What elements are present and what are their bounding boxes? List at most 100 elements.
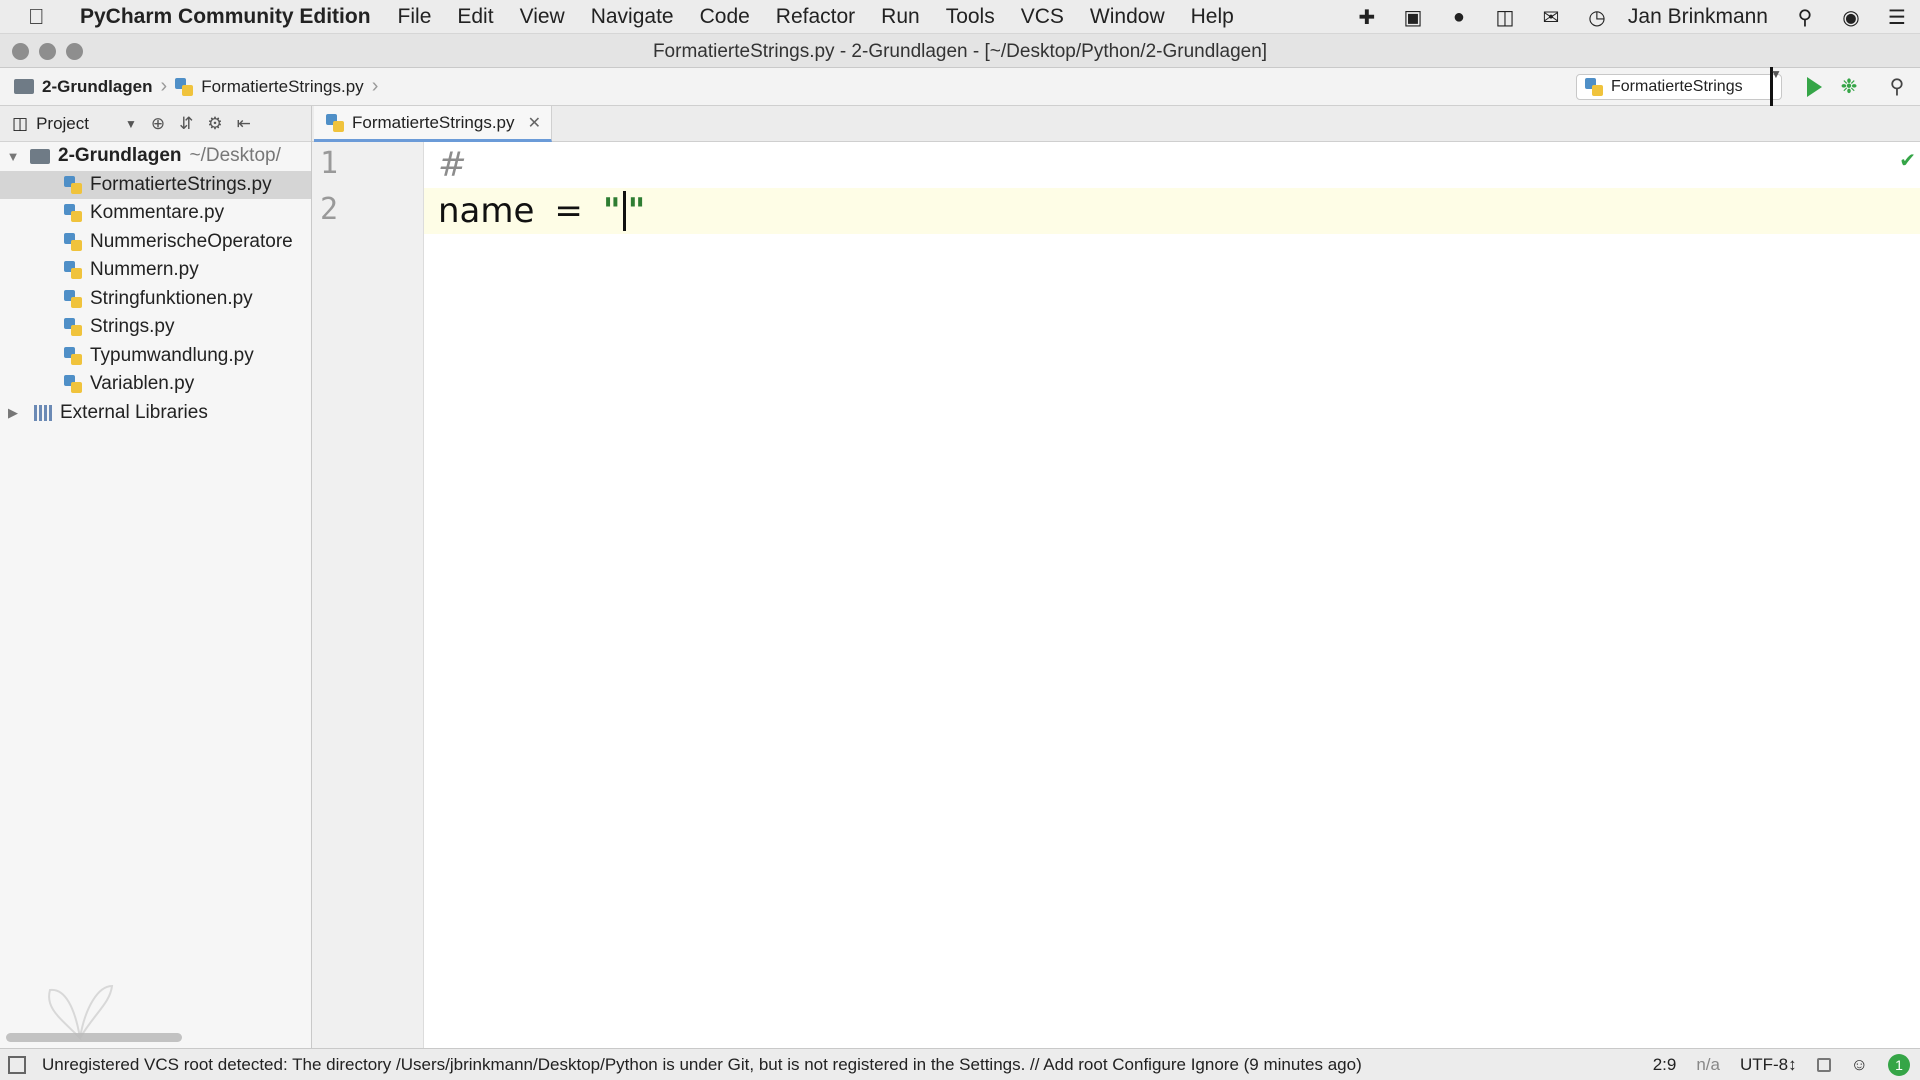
menu-vcs[interactable]: VCS (1021, 5, 1064, 29)
collapsed-triangle-icon[interactable]: ▶ (2, 405, 24, 421)
project-panel-header: ◫ Project ▼ ⊕ ⇵ ⚙ ⇤ (0, 106, 311, 142)
caret-position[interactable]: 2:9 (1653, 1055, 1677, 1075)
python-file-icon (64, 346, 82, 365)
tree-file-item[interactable]: Nummern.py (0, 256, 311, 285)
status-bar: Unregistered VCS root detected: The dire… (0, 1048, 1920, 1080)
python-file-icon (64, 175, 82, 194)
mac-menu-bar:  PyCharm Community Edition File Edit Vi… (0, 0, 1920, 34)
tree-file-item[interactable]: Stringfunktionen.py (0, 285, 311, 314)
apple-icon[interactable]:  (28, 4, 68, 30)
root-folder-name: 2-Grundlagen (58, 145, 182, 167)
code-comment: # (438, 145, 467, 185)
toggle-tool-windows-icon[interactable] (8, 1055, 26, 1074)
file-name: Typumwandlung.py (90, 344, 254, 366)
python-file-icon (64, 204, 82, 223)
chat-bubble-icon[interactable]: ✉ (1538, 6, 1564, 29)
menu-tools[interactable]: Tools (946, 5, 995, 29)
leaf-icon[interactable]: ● (1446, 6, 1472, 28)
file-name: Stringfunktionen.py (90, 287, 253, 309)
code-line-current[interactable]: name = " " (424, 188, 1920, 234)
time-machine-icon[interactable]: ◷ (1584, 6, 1610, 29)
code-string-close-quote: " (627, 191, 646, 231)
code-operator: = (554, 191, 583, 231)
line-number: 1 (320, 146, 339, 181)
chevron-down-icon: ▼ (1770, 67, 1782, 107)
spotlight-search-icon[interactable]: ⚲ (1792, 6, 1818, 29)
editor-tab[interactable]: FormatierteStrings.py ✕ (314, 106, 552, 142)
line-separator-widget[interactable]: n/a (1696, 1055, 1720, 1075)
gear-icon[interactable]: ⚙ (207, 114, 222, 134)
file-encoding[interactable]: UTF-8↕ (1740, 1055, 1797, 1075)
tree-file-item[interactable]: Variablen.py (0, 370, 311, 399)
menu-code[interactable]: Code (700, 5, 750, 29)
menu-file[interactable]: File (398, 5, 432, 29)
expanded-triangle-icon[interactable]: ▼ (2, 149, 24, 164)
menu-window[interactable]: Window (1090, 5, 1165, 29)
event-log-badge[interactable]: 1 (1888, 1054, 1910, 1076)
python-file-icon (175, 77, 194, 96)
project-view-select[interactable]: Project (36, 114, 89, 134)
file-name: Nummern.py (90, 259, 199, 281)
tree-file-item[interactable]: Strings.py (0, 313, 311, 342)
lock-icon[interactable] (1816, 1058, 1831, 1072)
menu-app-name[interactable]: PyCharm Community Edition (80, 5, 371, 29)
breadcrumb-separator-icon: › (371, 75, 379, 97)
menu-help[interactable]: Help (1191, 5, 1234, 29)
tree-file-item[interactable]: Kommentare.py (0, 199, 311, 228)
scroll-from-source-icon[interactable]: ⊕ (151, 114, 165, 134)
project-tool-window: ◫ Project ▼ ⊕ ⇵ ⚙ ⇤ ▼ 2-Grundlagen ~/Des… (0, 106, 312, 1048)
code-identifier: name (438, 191, 535, 231)
camera-icon[interactable]: ◫ (1492, 6, 1518, 29)
line-number-gutter: 1 2 (312, 142, 424, 1048)
inspector-hector-icon[interactable]: ☺ (1851, 1055, 1868, 1075)
status-message[interactable]: Unregistered VCS root detected: The dire… (42, 1055, 1362, 1075)
file-name: Kommentare.py (90, 202, 225, 224)
menu-refactor[interactable]: Refactor (776, 5, 855, 29)
file-name: Strings.py (90, 316, 175, 338)
close-icon[interactable]: ✕ (528, 113, 541, 133)
tree-file-item[interactable]: NummerischeOperatore (0, 228, 311, 257)
menu-navigate[interactable]: Navigate (591, 5, 674, 29)
inspection-ok-check-icon[interactable]: ✔ (1899, 148, 1916, 173)
file-name: NummerischeOperatore (90, 230, 293, 252)
breadcrumb-file[interactable]: FormatierteStrings.py (201, 77, 364, 97)
run-configuration-label: FormatierteStrings (1611, 78, 1743, 95)
folder-icon (30, 148, 50, 164)
menu-view[interactable]: View (520, 5, 565, 29)
libraries-icon (34, 404, 54, 421)
navigation-bar: 2-Grundlagen › FormatierteStrings.py › F… (0, 67, 1920, 107)
root-folder-path: ~/Desktop/ (189, 145, 281, 167)
search-everywhere-icon[interactable]: ⚲ (1884, 74, 1910, 100)
line-number: 2 (320, 192, 339, 227)
window-title-bar: FormatierteStrings.py - 2-Grundlagen - [… (0, 34, 1920, 68)
text-caret (622, 191, 626, 231)
debug-bug-icon[interactable]: ❉ (1838, 76, 1860, 98)
code-string-open-quote: " (602, 191, 621, 231)
tree-external-libraries[interactable]: ▶ External Libraries (0, 399, 311, 428)
python-file-icon (64, 289, 82, 308)
hide-panel-icon[interactable]: ⇤ (237, 114, 251, 134)
project-tree: ▼ 2-Grundlagen ~/Desktop/ FormatierteStr… (0, 142, 311, 427)
user-name[interactable]: Jan Brinkmann (1628, 5, 1768, 29)
breadcrumb-separator-icon: › (160, 75, 168, 97)
breadcrumb-project[interactable]: 2-Grundlagen (42, 77, 153, 97)
editor-tab-bar: FormatierteStrings.py ✕ (312, 106, 1920, 142)
editor-tab-label: FormatierteStrings.py (352, 112, 515, 132)
siri-icon[interactable]: ◉ (1838, 6, 1864, 29)
collapse-all-icon[interactable]: ⇵ (179, 114, 193, 134)
menu-edit[interactable]: Edit (457, 5, 493, 29)
tree-file-item[interactable]: Typumwandlung.py (0, 342, 311, 371)
puzzle-icon[interactable]: ✚ (1354, 6, 1380, 29)
code-line[interactable]: # (424, 142, 1920, 188)
tree-root-folder[interactable]: ▼ 2-Grundlagen ~/Desktop/ (0, 142, 311, 171)
tree-file-item[interactable]: FormatierteStrings.py (0, 170, 311, 199)
chevron-down-icon[interactable]: ▼ (125, 117, 137, 131)
run-button[interactable] (1807, 77, 1822, 97)
menu-run[interactable]: Run (881, 5, 920, 29)
menu-bar-tray: ✚ ▣ ● ◫ ✉ ◷ Jan Brinkmann ⚲ ◉ ☰ (1344, 0, 1920, 34)
code-editor[interactable]: # name = " " ✔ (424, 142, 1920, 1048)
notification-center-icon[interactable]: ☰ (1884, 6, 1910, 29)
run-configuration-select[interactable]: FormatierteStrings ▼ (1576, 67, 1782, 107)
project-view-icon: ◫ (12, 113, 29, 133)
media-icon[interactable]: ▣ (1400, 6, 1426, 29)
